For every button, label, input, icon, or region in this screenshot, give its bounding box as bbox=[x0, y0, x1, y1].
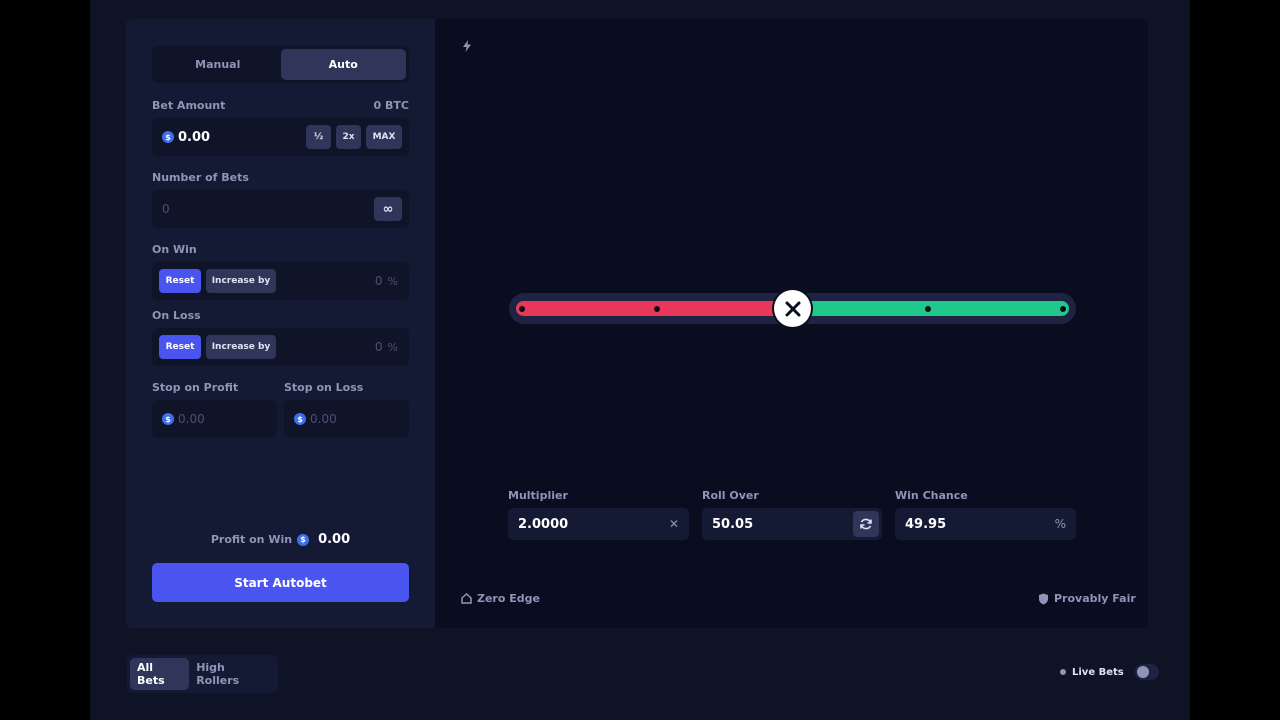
win-range bbox=[792, 301, 1069, 316]
dice-slider[interactable] bbox=[509, 290, 1076, 327]
half-button[interactable]: ½ bbox=[306, 125, 331, 149]
on-loss-increase-button[interactable]: Increase by bbox=[206, 335, 276, 359]
on-win-increase-button[interactable]: Increase by bbox=[206, 269, 276, 293]
stop-on-loss-input[interactable]: 0.00 bbox=[310, 412, 337, 426]
coin-icon: $ bbox=[162, 131, 174, 143]
double-button[interactable]: 2x bbox=[336, 125, 361, 149]
bet-sidebar: Manual Auto Bet Amount 0 BTC $ 0.00 ½ 2x… bbox=[126, 19, 435, 628]
win-chance-label: Win Chance bbox=[895, 489, 968, 502]
profit-on-win-label: Profit on Win bbox=[210, 533, 293, 546]
coin-icon: $ bbox=[294, 413, 306, 425]
number-of-bets-label: Number of Bets bbox=[152, 171, 249, 184]
start-autobet-button[interactable]: Start Autobet bbox=[152, 563, 409, 602]
tab-manual[interactable]: Manual bbox=[155, 49, 281, 80]
infinite-button[interactable]: ∞ bbox=[374, 197, 402, 221]
multiplier-input[interactable]: 2.0000 bbox=[518, 517, 669, 532]
bets-tabs: All Bets High Rollers bbox=[127, 655, 278, 693]
refresh-icon[interactable] bbox=[853, 511, 879, 537]
profit-on-win-value: 0.00 bbox=[318, 532, 351, 547]
live-indicator bbox=[1060, 669, 1066, 675]
on-win-percent: % bbox=[387, 274, 398, 288]
bet-balance: 0 BTC bbox=[373, 99, 409, 112]
max-button[interactable]: MAX bbox=[366, 125, 402, 149]
slider-handle[interactable] bbox=[774, 290, 812, 327]
zero-edge[interactable]: Zero Edge bbox=[461, 592, 540, 605]
live-bets-toggle[interactable] bbox=[1134, 664, 1159, 680]
multiplier-label: Multiplier bbox=[508, 489, 568, 502]
slider-mark-dot bbox=[1060, 306, 1066, 312]
live-bets-label: Live Bets bbox=[1072, 666, 1124, 678]
provably-fair-label: Provably Fair bbox=[1054, 592, 1136, 605]
lightning-icon[interactable] bbox=[462, 40, 472, 52]
tab-high-rollers[interactable]: High Rollers bbox=[189, 658, 275, 690]
on-loss-reset-button[interactable]: Reset bbox=[159, 335, 201, 359]
on-loss-percent: % bbox=[387, 340, 398, 354]
roll-over-field[interactable]: 50.05 bbox=[702, 508, 882, 540]
win-chance-field[interactable]: 49.95 % bbox=[895, 508, 1076, 540]
on-win-input[interactable]: 0 bbox=[276, 274, 383, 288]
close-icon: ✕ bbox=[668, 517, 679, 531]
tab-auto[interactable]: Auto bbox=[280, 49, 406, 80]
number-of-bets-input[interactable]: 0 bbox=[162, 202, 374, 216]
stop-on-profit-label: Stop on Profit bbox=[152, 381, 239, 394]
crossed-swords-icon bbox=[785, 301, 801, 316]
win-chance-input[interactable]: 49.95 bbox=[905, 517, 1055, 532]
stop-on-profit-input[interactable]: 0.00 bbox=[178, 412, 205, 426]
percent-icon: % bbox=[1054, 517, 1066, 531]
dice-board: Multiplier 2.0000 ✕ Roll Over 50.05 Win … bbox=[435, 19, 1148, 628]
coin-icon: $ bbox=[297, 533, 310, 546]
slider-mark-dot bbox=[519, 306, 525, 312]
stop-on-profit-field[interactable]: $ 0.00 bbox=[152, 400, 277, 438]
number-of-bets-field[interactable]: 0 ∞ bbox=[152, 190, 409, 228]
bet-amount-field[interactable]: $ 0.00 ½ 2x MAX bbox=[152, 118, 409, 156]
slider-mark-dot bbox=[924, 306, 931, 312]
on-loss-field: Reset Increase by 0 % bbox=[152, 328, 409, 366]
bet-amount-input[interactable]: 0.00 bbox=[178, 130, 306, 145]
profit-on-win: Profit on Win $ 0.00 bbox=[126, 532, 435, 547]
roll-over-label: Roll Over bbox=[702, 489, 759, 502]
live-bets: Live Bets bbox=[1060, 664, 1159, 680]
zero-edge-label: Zero Edge bbox=[477, 592, 540, 605]
mode-tabs: Manual Auto bbox=[152, 46, 409, 83]
on-win-reset-button[interactable]: Reset bbox=[159, 269, 201, 293]
home-icon bbox=[461, 593, 472, 604]
on-win-label: On Win bbox=[152, 243, 197, 256]
stop-on-loss-label: Stop on Loss bbox=[284, 381, 364, 394]
on-win-field: Reset Increase by 0 % bbox=[152, 262, 409, 300]
bet-amount-label: Bet Amount bbox=[152, 99, 226, 112]
multiplier-field[interactable]: 2.0000 ✕ bbox=[508, 508, 689, 540]
coin-icon: $ bbox=[162, 413, 174, 425]
provably-fair[interactable]: Provably Fair bbox=[1038, 592, 1136, 605]
tab-all-bets[interactable]: All Bets bbox=[130, 658, 190, 690]
game-panel: Manual Auto Bet Amount 0 BTC $ 0.00 ½ 2x… bbox=[126, 19, 1148, 628]
on-loss-label: On Loss bbox=[152, 309, 201, 322]
on-loss-input[interactable]: 0 bbox=[276, 340, 383, 354]
roll-over-input[interactable]: 50.05 bbox=[712, 517, 853, 532]
shield-icon bbox=[1039, 593, 1048, 604]
stop-on-loss-field[interactable]: $ 0.00 bbox=[284, 400, 409, 438]
